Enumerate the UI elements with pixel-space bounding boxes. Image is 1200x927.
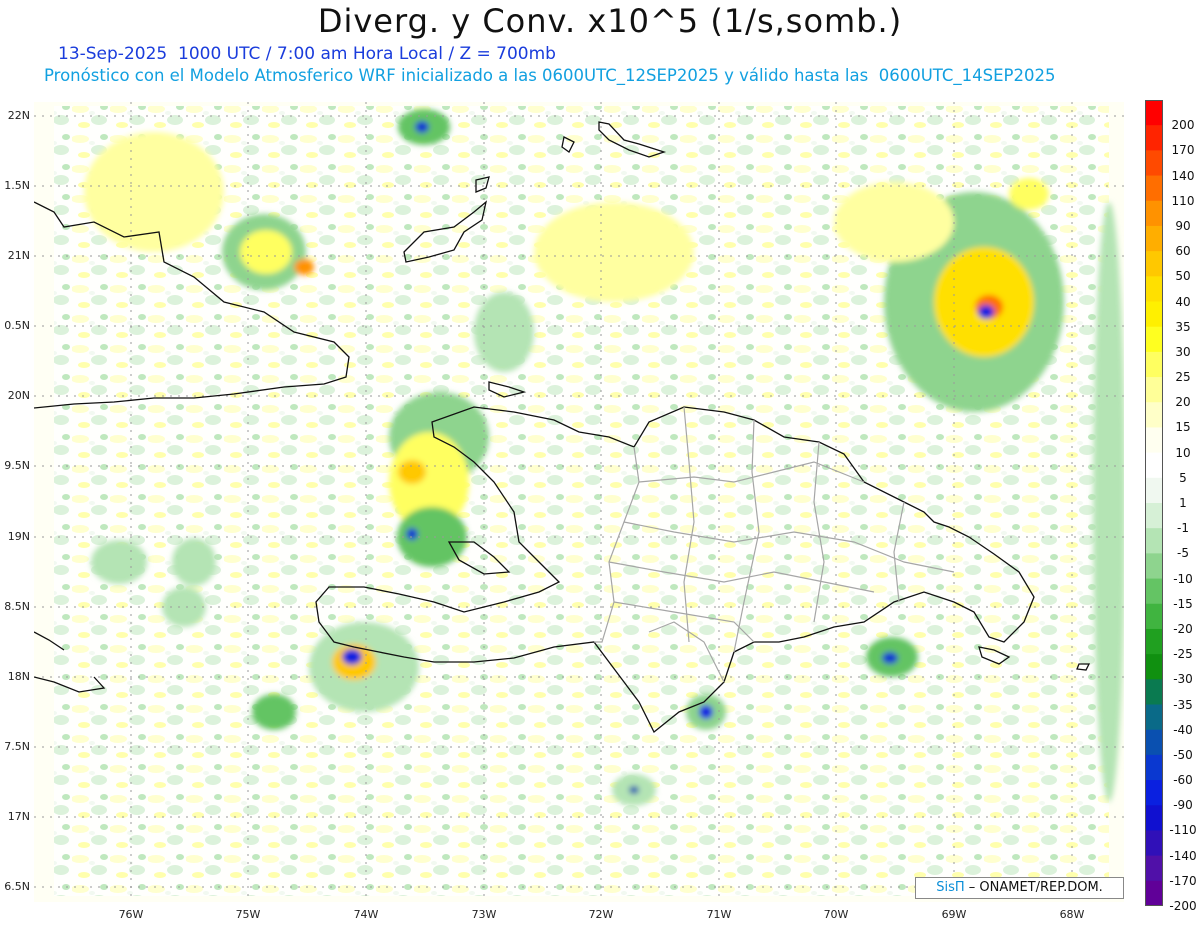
- colorbar-label: 50: [1175, 269, 1191, 284]
- colorbar-swatch: [1145, 729, 1163, 756]
- colorbar-swatch: [1145, 805, 1163, 831]
- sis-logo-text: SisΠ: [936, 880, 965, 895]
- lon-label: 72W: [588, 908, 614, 921]
- lat-label: 18N: [7, 670, 30, 683]
- colorbar-swatch: [1145, 100, 1163, 126]
- colorbar-label: 35: [1175, 319, 1191, 334]
- colorbar-label: 10: [1175, 445, 1191, 460]
- colorbar-swatch: [1145, 880, 1163, 906]
- colorbar-swatch: [1145, 452, 1163, 479]
- colorbar-label: -35: [1173, 697, 1193, 712]
- colorbar-swatch: [1145, 780, 1163, 806]
- colorbar-swatch: [1145, 679, 1163, 705]
- colorbar-label: 15: [1175, 420, 1191, 435]
- colorbar-label: -110: [1169, 823, 1197, 838]
- colorbar-swatch: [1145, 830, 1163, 857]
- lat-label: 8.5N: [4, 600, 30, 613]
- lat-label: 19N: [7, 530, 30, 543]
- colorbar-label: -50: [1173, 747, 1193, 762]
- colorbar-swatch: [1145, 855, 1163, 882]
- lat-label: 1.5N: [4, 179, 30, 192]
- lon-label: 75W: [235, 908, 261, 921]
- colorbar-swatch: [1145, 377, 1163, 403]
- colorbar-label: -20: [1173, 621, 1193, 636]
- colorbar-swatch: [1145, 628, 1163, 655]
- lat-label: 20N: [7, 389, 30, 402]
- colorbar-swatch: [1145, 402, 1163, 428]
- lon-label: 69W: [941, 908, 967, 921]
- colorbar: [1145, 100, 1163, 906]
- colorbar-swatch: [1145, 200, 1163, 227]
- colorbar-swatch: [1145, 251, 1163, 277]
- colorbar-swatch: [1145, 225, 1163, 252]
- colorbar-swatch: [1145, 603, 1163, 630]
- colorbar-swatch: [1145, 276, 1163, 302]
- colorbar-label: 170: [1171, 143, 1195, 158]
- colorbar-label: -25: [1173, 647, 1193, 662]
- lon-label: 76W: [118, 908, 144, 921]
- colorbar-swatch: [1145, 553, 1163, 580]
- colorbar-swatch: [1145, 427, 1163, 454]
- colorbar-label: 200: [1171, 118, 1195, 133]
- colorbar-swatch: [1145, 326, 1163, 353]
- lon-label: 70W: [823, 908, 849, 921]
- colorbar-swatch: [1145, 150, 1163, 177]
- credit-box: SisΠ – ONAMET/REP.DOM.: [915, 877, 1124, 899]
- lon-label: 68W: [1059, 908, 1085, 921]
- colorbar-label: -140: [1169, 848, 1197, 863]
- lon-label: 73W: [471, 908, 497, 921]
- colorbar-swatch: [1145, 503, 1163, 529]
- map-title: Diverg. y Conv. x10^5 (1/s,somb.): [317, 2, 903, 40]
- colorbar-swatch: [1145, 477, 1163, 504]
- lat-label: 22N: [7, 109, 30, 122]
- colorbar-label: -40: [1173, 722, 1193, 737]
- colorbar-label: -15: [1173, 596, 1193, 611]
- colorbar-label: -30: [1173, 672, 1193, 687]
- colorbar-label: 40: [1175, 294, 1191, 309]
- colorbar-label: -200: [1169, 899, 1197, 913]
- colorbar-label: 90: [1175, 218, 1191, 233]
- colorbar-swatch: [1145, 654, 1163, 680]
- colorbar-swatch: [1145, 301, 1163, 328]
- colorbar-label: 30: [1175, 344, 1191, 359]
- credit-org: ONAMET/REP.DOM.: [979, 880, 1103, 895]
- colorbar-label: 1: [1179, 496, 1187, 510]
- lat-label: 17N: [7, 810, 30, 823]
- lat-label: 0.5N: [4, 319, 30, 332]
- colorbar-swatch: [1145, 754, 1163, 781]
- lon-label: 71W: [706, 908, 732, 921]
- colorbar-swatch: [1145, 528, 1163, 554]
- colorbar-swatch: [1145, 704, 1163, 731]
- model-run-subtitle: Pronóstico con el Modelo Atmosferico WRF…: [44, 66, 1056, 85]
- colorbar-label: -5: [1177, 546, 1189, 561]
- credit-separator: –: [968, 880, 980, 895]
- colorbar-swatch: [1145, 578, 1163, 605]
- divergence-map: [34, 102, 1124, 902]
- colorbar-label: -10: [1173, 571, 1193, 586]
- lat-label: 6.5N: [4, 880, 30, 893]
- lon-label: 74W: [353, 908, 379, 921]
- colorbar-swatch: [1145, 125, 1163, 151]
- colorbar-swatch: [1145, 351, 1163, 378]
- colorbar-label: -90: [1173, 798, 1193, 813]
- valid-time-subtitle: 13-Sep-2025 1000 UTC / 7:00 am Hora Loca…: [58, 44, 556, 64]
- colorbar-label: 140: [1171, 168, 1195, 183]
- colorbar-label: 5: [1179, 470, 1187, 485]
- lat-label: 21N: [7, 249, 30, 262]
- colorbar-label: 110: [1171, 193, 1195, 208]
- colorbar-label: 20: [1175, 395, 1191, 410]
- lat-label: 9.5N: [4, 459, 30, 472]
- lat-label: 7.5N: [4, 740, 30, 753]
- colorbar-label: -170: [1169, 873, 1197, 888]
- colorbar-label: 25: [1175, 370, 1191, 385]
- colorbar-swatch: [1145, 175, 1163, 202]
- colorbar-label: 60: [1175, 244, 1191, 259]
- colorbar-label: -60: [1173, 773, 1193, 788]
- colorbar-label: -1: [1177, 521, 1189, 536]
